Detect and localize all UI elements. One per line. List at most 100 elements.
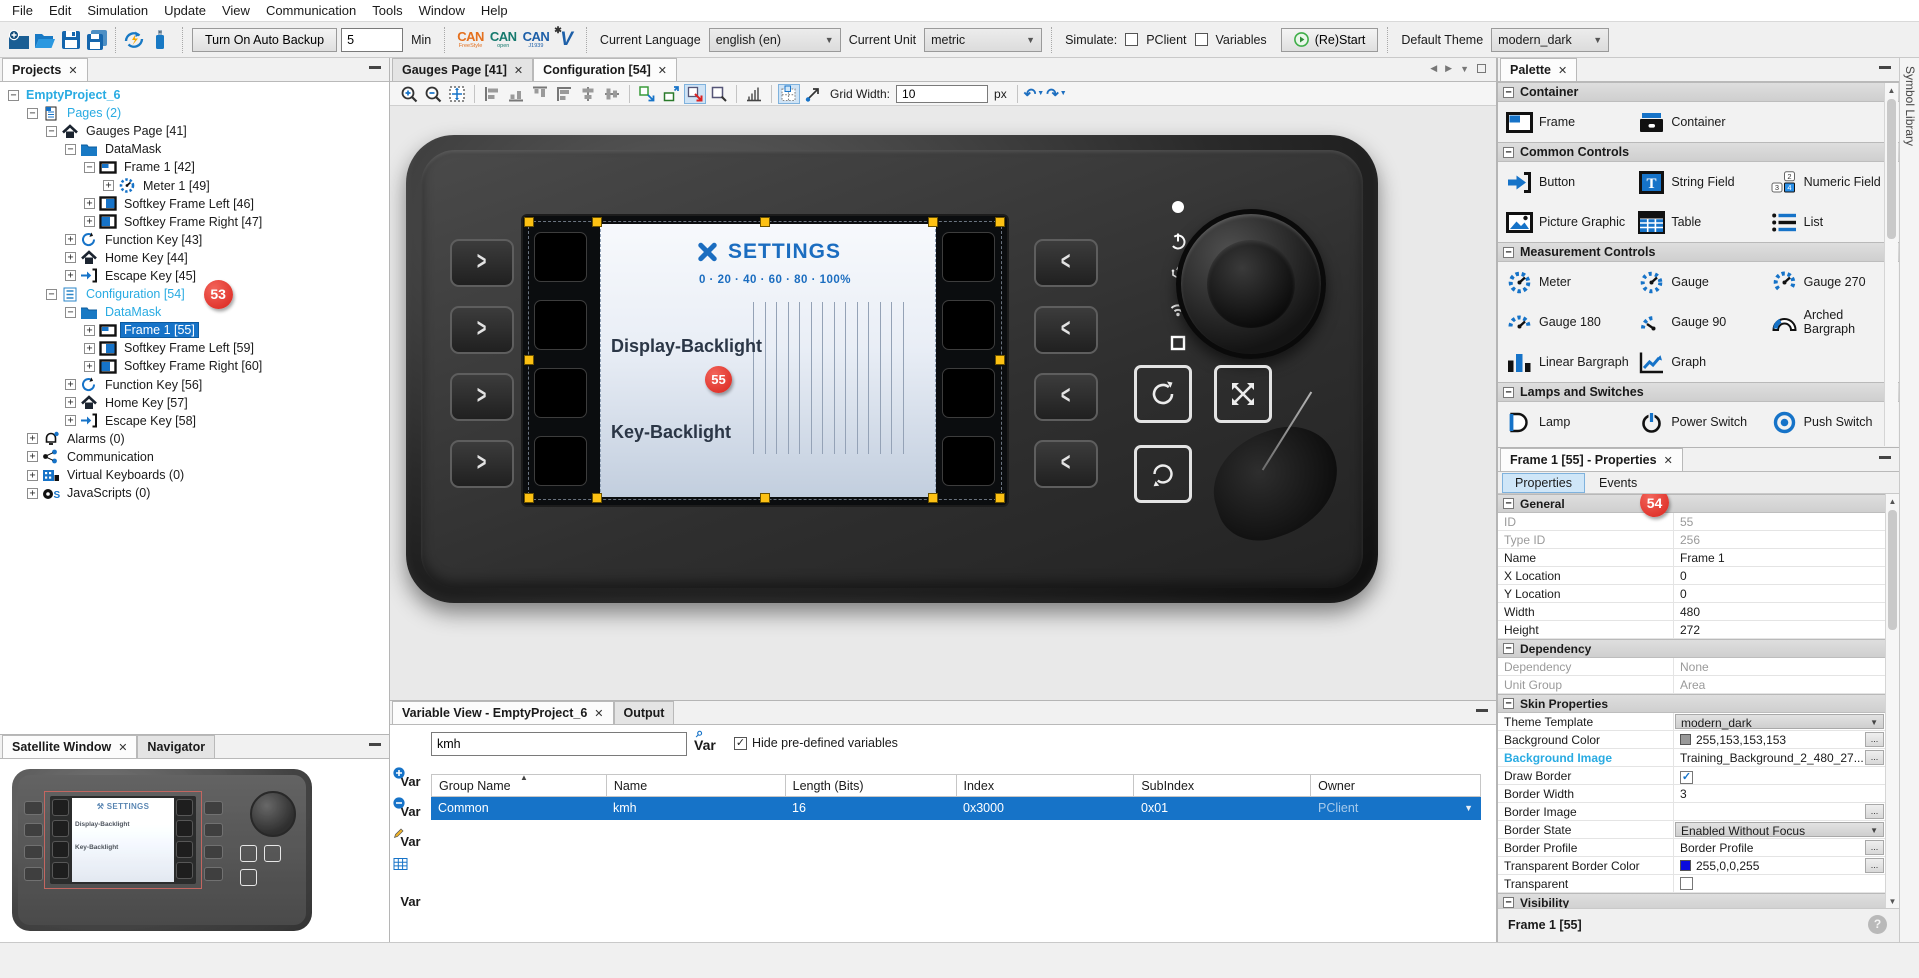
variable-rail-plus-button[interactable]: Var: [390, 765, 431, 795]
tab-satellite-window[interactable]: Satellite Window ✕: [2, 735, 138, 758]
minimize-panel-button[interactable]: [369, 66, 381, 69]
property-value[interactable]: 272: [1674, 621, 1885, 638]
menu-item-window[interactable]: Window: [411, 1, 473, 20]
tab-frame-properties[interactable]: Frame 1 [55] - Properties ✕: [1500, 448, 1683, 471]
expand-icon[interactable]: +: [65, 379, 76, 391]
column-header-group-name[interactable]: Group Name ▲: [431, 773, 606, 796]
tree-item-home-key-57[interactable]: + Home Key [57]: [2, 394, 389, 412]
screen-frame-object[interactable]: SETTINGS 0 · 20 · 40 · 60 · 80 · 100% Di…: [524, 217, 1005, 503]
ellipsis-button[interactable]: ...: [1865, 732, 1884, 747]
palette-item-gauge-270[interactable]: Gauge 270: [1765, 262, 1897, 302]
select-region-icon[interactable]: [684, 83, 706, 104]
collapse-icon[interactable]: −: [65, 143, 76, 155]
grid-width-input[interactable]: [896, 84, 989, 103]
collapse-icon[interactable]: −: [1503, 386, 1514, 398]
scroll-thumb[interactable]: [1887, 99, 1896, 239]
tree-item-gauges-page-41[interactable]: − Gauges Page [41]: [2, 122, 389, 140]
close-icon[interactable]: ✕: [658, 64, 667, 77]
selection-handle[interactable]: [592, 217, 602, 227]
redo-button[interactable]: ↷ ▼: [1046, 85, 1067, 103]
scroll-thumb[interactable]: [1888, 510, 1897, 630]
properties-scrollbar[interactable]: ▲ ▼: [1885, 494, 1899, 908]
menu-item-communication[interactable]: Communication: [258, 1, 364, 20]
collapse-icon[interactable]: −: [46, 125, 57, 137]
tree-item-softkey-frame-left-59[interactable]: + Softkey Frame Left [59]: [2, 339, 389, 357]
expand-icon[interactable]: +: [65, 397, 76, 409]
expand-icon[interactable]: +: [84, 216, 95, 228]
symbol-library-strip[interactable]: Symbol Library: [1899, 58, 1919, 942]
expand-icon[interactable]: +: [27, 433, 38, 445]
close-icon[interactable]: ✕: [514, 64, 523, 77]
menu-item-simulation[interactable]: Simulation: [79, 1, 156, 20]
default-theme-select[interactable]: modern_dark ▼: [1491, 27, 1610, 52]
property-section-general[interactable]: − General: [1498, 494, 1885, 513]
tree-item-softkey-frame-right-47[interactable]: + Softkey Frame Right [47]: [2, 213, 389, 231]
expand-icon[interactable]: +: [27, 469, 38, 481]
pclient-checkbox[interactable]: [1125, 33, 1139, 46]
zoom-in-icon[interactable]: [398, 84, 420, 104]
property-value[interactable]: Enabled Without Focus ▼: [1674, 821, 1885, 838]
selection-handle[interactable]: [524, 217, 534, 227]
ellipsis-button[interactable]: ...: [1865, 840, 1884, 855]
selection-handle[interactable]: [928, 493, 938, 503]
current-language-select[interactable]: english (en) ▼: [708, 27, 841, 52]
minimize-panel-button[interactable]: [1476, 709, 1488, 712]
collapse-icon[interactable]: −: [1503, 146, 1514, 158]
tree-item-frame-1-55[interactable]: + Frame 1 [55]: [2, 321, 389, 339]
selection-handle[interactable]: [928, 217, 938, 227]
expand-icon[interactable]: +: [65, 415, 76, 427]
cell-length-bits-[interactable]: 16: [785, 797, 956, 820]
menu-item-edit[interactable]: Edit: [41, 1, 79, 20]
tab-projects[interactable]: Projects ✕: [2, 58, 88, 81]
tree-item-datamask[interactable]: − DataMask: [2, 140, 389, 158]
menu-item-update[interactable]: Update: [156, 1, 214, 20]
collapse-icon[interactable]: −: [84, 161, 95, 173]
tree-item-escape-key-45[interactable]: + Escape Key [45]: [2, 267, 389, 285]
palette-item-string-field[interactable]: T String Field: [1632, 162, 1764, 202]
menu-item-file[interactable]: File: [4, 1, 41, 20]
property-value[interactable]: 255,153,153,153...: [1674, 731, 1885, 748]
palette-item-container[interactable]: Container: [1632, 102, 1764, 142]
tree-item-frame-1-42[interactable]: − Frame 1 [42]: [2, 158, 389, 176]
current-unit-select[interactable]: metric ▼: [924, 27, 1043, 52]
tab-scroll-left-icon[interactable]: ◀: [1430, 63, 1437, 74]
column-header-owner[interactable]: Owner: [1310, 775, 1480, 796]
collapse-icon[interactable]: −: [1503, 498, 1514, 509]
selection-handle[interactable]: [760, 493, 770, 503]
hide-predefined-checkbox[interactable]: ✓: [734, 736, 747, 750]
snap-object-icon[interactable]: [636, 84, 658, 104]
palette-section-lamps-and-switches[interactable]: − Lamps and Switches: [1498, 382, 1899, 402]
property-value[interactable]: ...: [1674, 803, 1885, 820]
variables-checkbox[interactable]: [1194, 33, 1208, 46]
cell-subindex[interactable]: 0x01: [1134, 797, 1311, 820]
grid-toggle-icon[interactable]: [778, 83, 800, 104]
maximize-icon[interactable]: [1477, 64, 1486, 73]
close-icon[interactable]: ✕: [118, 741, 127, 754]
tab-palette[interactable]: Palette ✕: [1500, 58, 1578, 81]
variable-search-input[interactable]: [431, 732, 687, 756]
tree-item-emptyproject-6[interactable]: − EmptyProject_6: [2, 86, 389, 104]
grid-snap-icon[interactable]: [802, 84, 824, 104]
property-value[interactable]: None: [1674, 658, 1885, 675]
property-value[interactable]: Border Profile...: [1674, 839, 1885, 856]
palette-item-picture-graphic[interactable]: Picture Graphic: [1500, 202, 1632, 242]
menu-item-view[interactable]: View: [214, 1, 258, 20]
selection-handle[interactable]: [995, 493, 1005, 503]
align-bottom-icon[interactable]: [505, 84, 527, 104]
scroll-down-icon[interactable]: ▼: [1886, 894, 1899, 908]
expand-icon[interactable]: +: [84, 342, 95, 354]
property-value[interactable]: 0: [1674, 585, 1885, 602]
menu-item-tools[interactable]: Tools: [364, 1, 410, 20]
restart-button[interactable]: (Re)Start: [1280, 27, 1379, 52]
cell-index[interactable]: 0x3000: [956, 797, 1134, 820]
undo-button[interactable]: ↶ ▼: [1024, 85, 1045, 103]
expand-icon[interactable]: +: [103, 180, 114, 192]
collapse-icon[interactable]: −: [1503, 698, 1514, 709]
property-value[interactable]: [1674, 875, 1885, 892]
align-left-icon[interactable]: [481, 84, 503, 104]
palette-section-container[interactable]: − Container: [1498, 82, 1899, 102]
tree-item-function-key-43[interactable]: + Function Key [43]: [2, 231, 389, 249]
tree-item-configuration-54[interactable]: − Configuration [54] 53: [2, 279, 389, 309]
property-value[interactable]: 0: [1674, 567, 1885, 584]
collapse-icon[interactable]: −: [1503, 643, 1514, 654]
